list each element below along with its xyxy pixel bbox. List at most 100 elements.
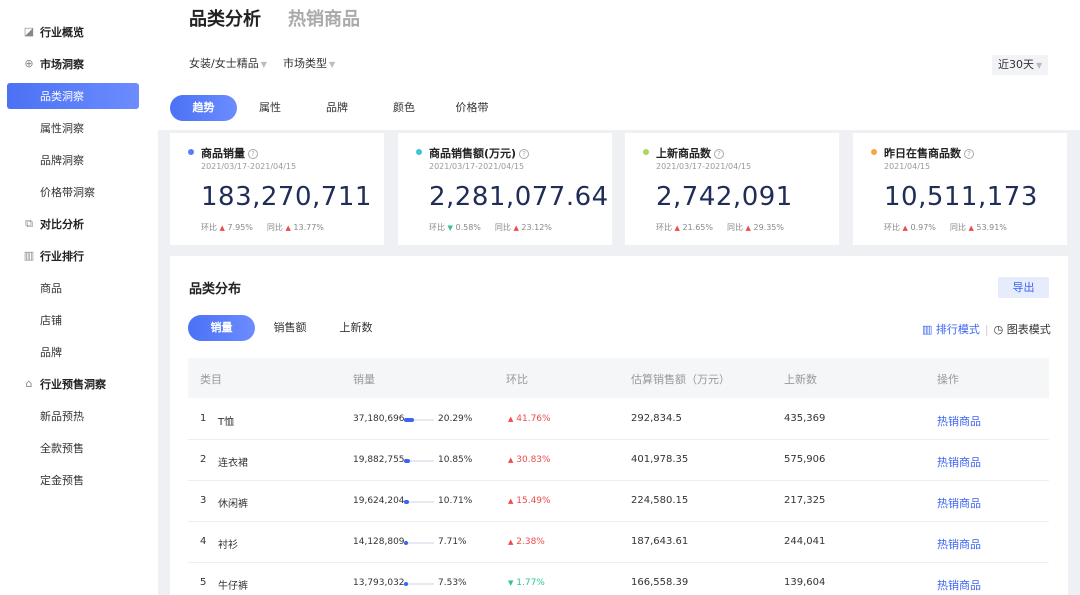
rank-mode-button[interactable]: ▥ 排行模式 [922, 323, 980, 336]
row-revenue: 292,834.5 [631, 413, 682, 424]
row-share: 10.71% [438, 496, 473, 506]
table-row: 2 连衣裙 19,882,755 10.85% ▲ 30.83% 401,978.35 57… [188, 440, 1049, 481]
sidebar-item-label: 行业概览 [40, 26, 84, 39]
clock-icon: ◷ [993, 323, 1004, 336]
hot-products-link[interactable]: 热销商品 [937, 495, 981, 511]
row-change-value: 15.49% [516, 496, 551, 506]
metric-title-label: 商品销售额(万元) [429, 147, 517, 160]
tab-price-band[interactable]: 价格带 [448, 95, 496, 121]
row-change-value: 2.38% [516, 537, 545, 547]
bar-chart-icon: ▥ [922, 323, 933, 336]
sidebar: ◪ 行业概览 ⊕ 市场洞察品类洞察属性洞察品牌洞察价格带洞察 ⧉ 对比分析 ▥ 行业排行商品店… [0, 0, 158, 595]
analysis-tabs: 趋势 属性 品牌 颜色 价格带 [158, 86, 1080, 130]
sidebar-item[interactable]: ▥ 行业排行 [0, 243, 158, 269]
sidebar-item[interactable]: ⧉ 对比分析 [0, 211, 158, 237]
row-share: 7.71% [438, 537, 467, 547]
help-icon[interactable]: ? [519, 149, 530, 159]
sidebar-item[interactable]: 新品预热 [0, 403, 158, 429]
sidebar-item[interactable]: 品牌洞察 [0, 147, 158, 173]
sidebar-item[interactable]: 定金预售 [0, 467, 158, 493]
main-content: 品类分析 热销商品 女装/女士精品 ▼ 市场类型 ▼ 近30天 ▼ 趋势 属性 品牌 … [158, 0, 1080, 595]
tab-new-count[interactable]: 上新数 [332, 315, 380, 341]
tab-brand[interactable]: 品牌 [313, 95, 361, 121]
row-sales: 19,882,755 [353, 455, 405, 465]
rank-mode-label: 排行模式 [935, 323, 980, 336]
category-filter-label: 女装/女士精品 [189, 57, 259, 70]
tab-attribute[interactable]: 属性 [246, 95, 294, 121]
col-new-count: 上新数 [784, 373, 817, 386]
panel-title: 品类分布 [189, 282, 242, 297]
mom-value: 7.95% [227, 223, 253, 232]
share-bar [404, 541, 434, 545]
tab-hot-products[interactable]: 热销商品 [288, 5, 360, 31]
sidebar-item[interactable]: 品牌 [0, 339, 158, 365]
chart-mode-button[interactable]: ◷ 图表模式 [994, 323, 1051, 336]
sidebar-item[interactable]: 品类洞察 [7, 83, 139, 109]
tab-sales-amount[interactable]: 销售额 [266, 315, 314, 341]
row-share: 10.85% [438, 455, 473, 465]
category-filter[interactable]: 女装/女士精品 ▼ [189, 55, 267, 71]
row-change-value: 30.83% [516, 455, 551, 465]
arrow-up-icon: ▲ [285, 224, 291, 232]
table-row: 5 牛仔裤 13,793,032 7.53% ▼ 1.77% 166,558.39 139,… [188, 563, 1049, 595]
mom-label: 环比 [656, 223, 672, 232]
hot-products-link[interactable]: 热销商品 [937, 577, 981, 593]
table-row: 3 休闲裤 19,624,204 10.71% ▲ 15.49% 224,580.15 21… [188, 481, 1049, 522]
sidebar-item-label: 品类洞察 [40, 90, 84, 103]
view-mode-switch: ▥ 排行模式 | ◷ 图表模式 [922, 321, 1051, 337]
row-category: 衬衫 [218, 540, 238, 551]
share-bar-fill [404, 418, 414, 422]
metric-change: 环比 ▲ 0.97% 同比 ▲ 53.91% [884, 222, 1007, 233]
row-change: ▲ 30.83% [508, 455, 551, 465]
share-bar-fill [404, 500, 409, 504]
hot-products-link[interactable]: 热销商品 [937, 413, 981, 429]
metric-card: 昨日在售商品数? 2021/04/15 10,511,173 环比 ▲ 0.97% 同比… [853, 133, 1067, 245]
sidebar-item[interactable]: 属性洞察 [0, 115, 158, 141]
arrow-up-icon: ▲ [513, 224, 519, 232]
sidebar-item[interactable]: ◪ 行业概览 [0, 19, 158, 45]
sidebar-item[interactable]: ⊕ 市场洞察 [0, 51, 158, 77]
metric-title-label: 昨日在售商品数 [884, 147, 961, 160]
metric-change: 环比 ▼ 0.58% 同比 ▲ 23.12% [429, 222, 552, 233]
help-icon[interactable]: ? [714, 149, 724, 159]
tab-sales-volume[interactable]: 销量 [188, 315, 255, 341]
row-sales: 14,128,809 [353, 537, 405, 547]
row-category: 连衣裙 [218, 458, 248, 469]
metric-title: 商品销售额(万元)? [429, 145, 530, 161]
row-rank: 1 [200, 413, 207, 424]
date-range-select[interactable]: 近30天 ▼ [992, 55, 1048, 75]
row-sales: 37,180,696 [353, 414, 405, 424]
sidebar-item[interactable]: 全款预售 [0, 435, 158, 461]
sidebar-item[interactable]: 商品 [0, 275, 158, 301]
arrow-up-icon: ▲ [508, 456, 514, 464]
help-icon[interactable]: ? [248, 149, 258, 159]
metric-date: 2021/03/17-2021/04/15 [201, 162, 297, 171]
share-bar [404, 500, 434, 504]
help-icon[interactable]: ? [964, 149, 974, 159]
metric-change: 环比 ▲ 21.65% 同比 ▲ 29.35% [656, 222, 784, 233]
yoy-value: 13.77% [293, 223, 324, 232]
market-type-filter[interactable]: 市场类型 ▼ [283, 55, 335, 71]
sidebar-item[interactable]: 店铺 [0, 307, 158, 333]
share-bar-fill [404, 459, 410, 463]
row-share: 7.53% [438, 578, 467, 588]
row-revenue: 224,580.15 [631, 495, 689, 506]
arrow-up-icon: ▲ [902, 224, 908, 232]
tab-color[interactable]: 颜色 [380, 95, 428, 121]
tab-trend[interactable]: 趋势 [170, 95, 237, 121]
hot-products-link[interactable]: 热销商品 [937, 454, 981, 470]
yoy-label: 同比 [266, 223, 283, 232]
metric-card: 商品销售额(万元)? 2021/03/17-2021/04/15 2,281,077… [398, 133, 612, 245]
sidebar-item-label: 属性洞察 [40, 122, 84, 135]
legend-dot [871, 149, 877, 155]
sidebar-item[interactable]: 价格带洞察 [0, 179, 158, 205]
arrow-up-icon: ▲ [968, 224, 974, 232]
hot-products-link[interactable]: 热销商品 [937, 536, 981, 552]
legend-dot [643, 149, 649, 155]
sidebar-item-label: 价格带洞察 [40, 186, 95, 199]
row-new-count: 217,325 [784, 495, 826, 506]
mom-value: 21.65% [682, 223, 713, 232]
sidebar-item[interactable]: ⌂ 行业预售洞察 [0, 371, 158, 397]
export-button[interactable]: 导出 [998, 277, 1049, 298]
category-distribution-panel: 品类分布 导出 销量 销售额 上新数 ▥ 排行模式 | ◷ 图表模式 类目 销量 环… [170, 256, 1068, 595]
